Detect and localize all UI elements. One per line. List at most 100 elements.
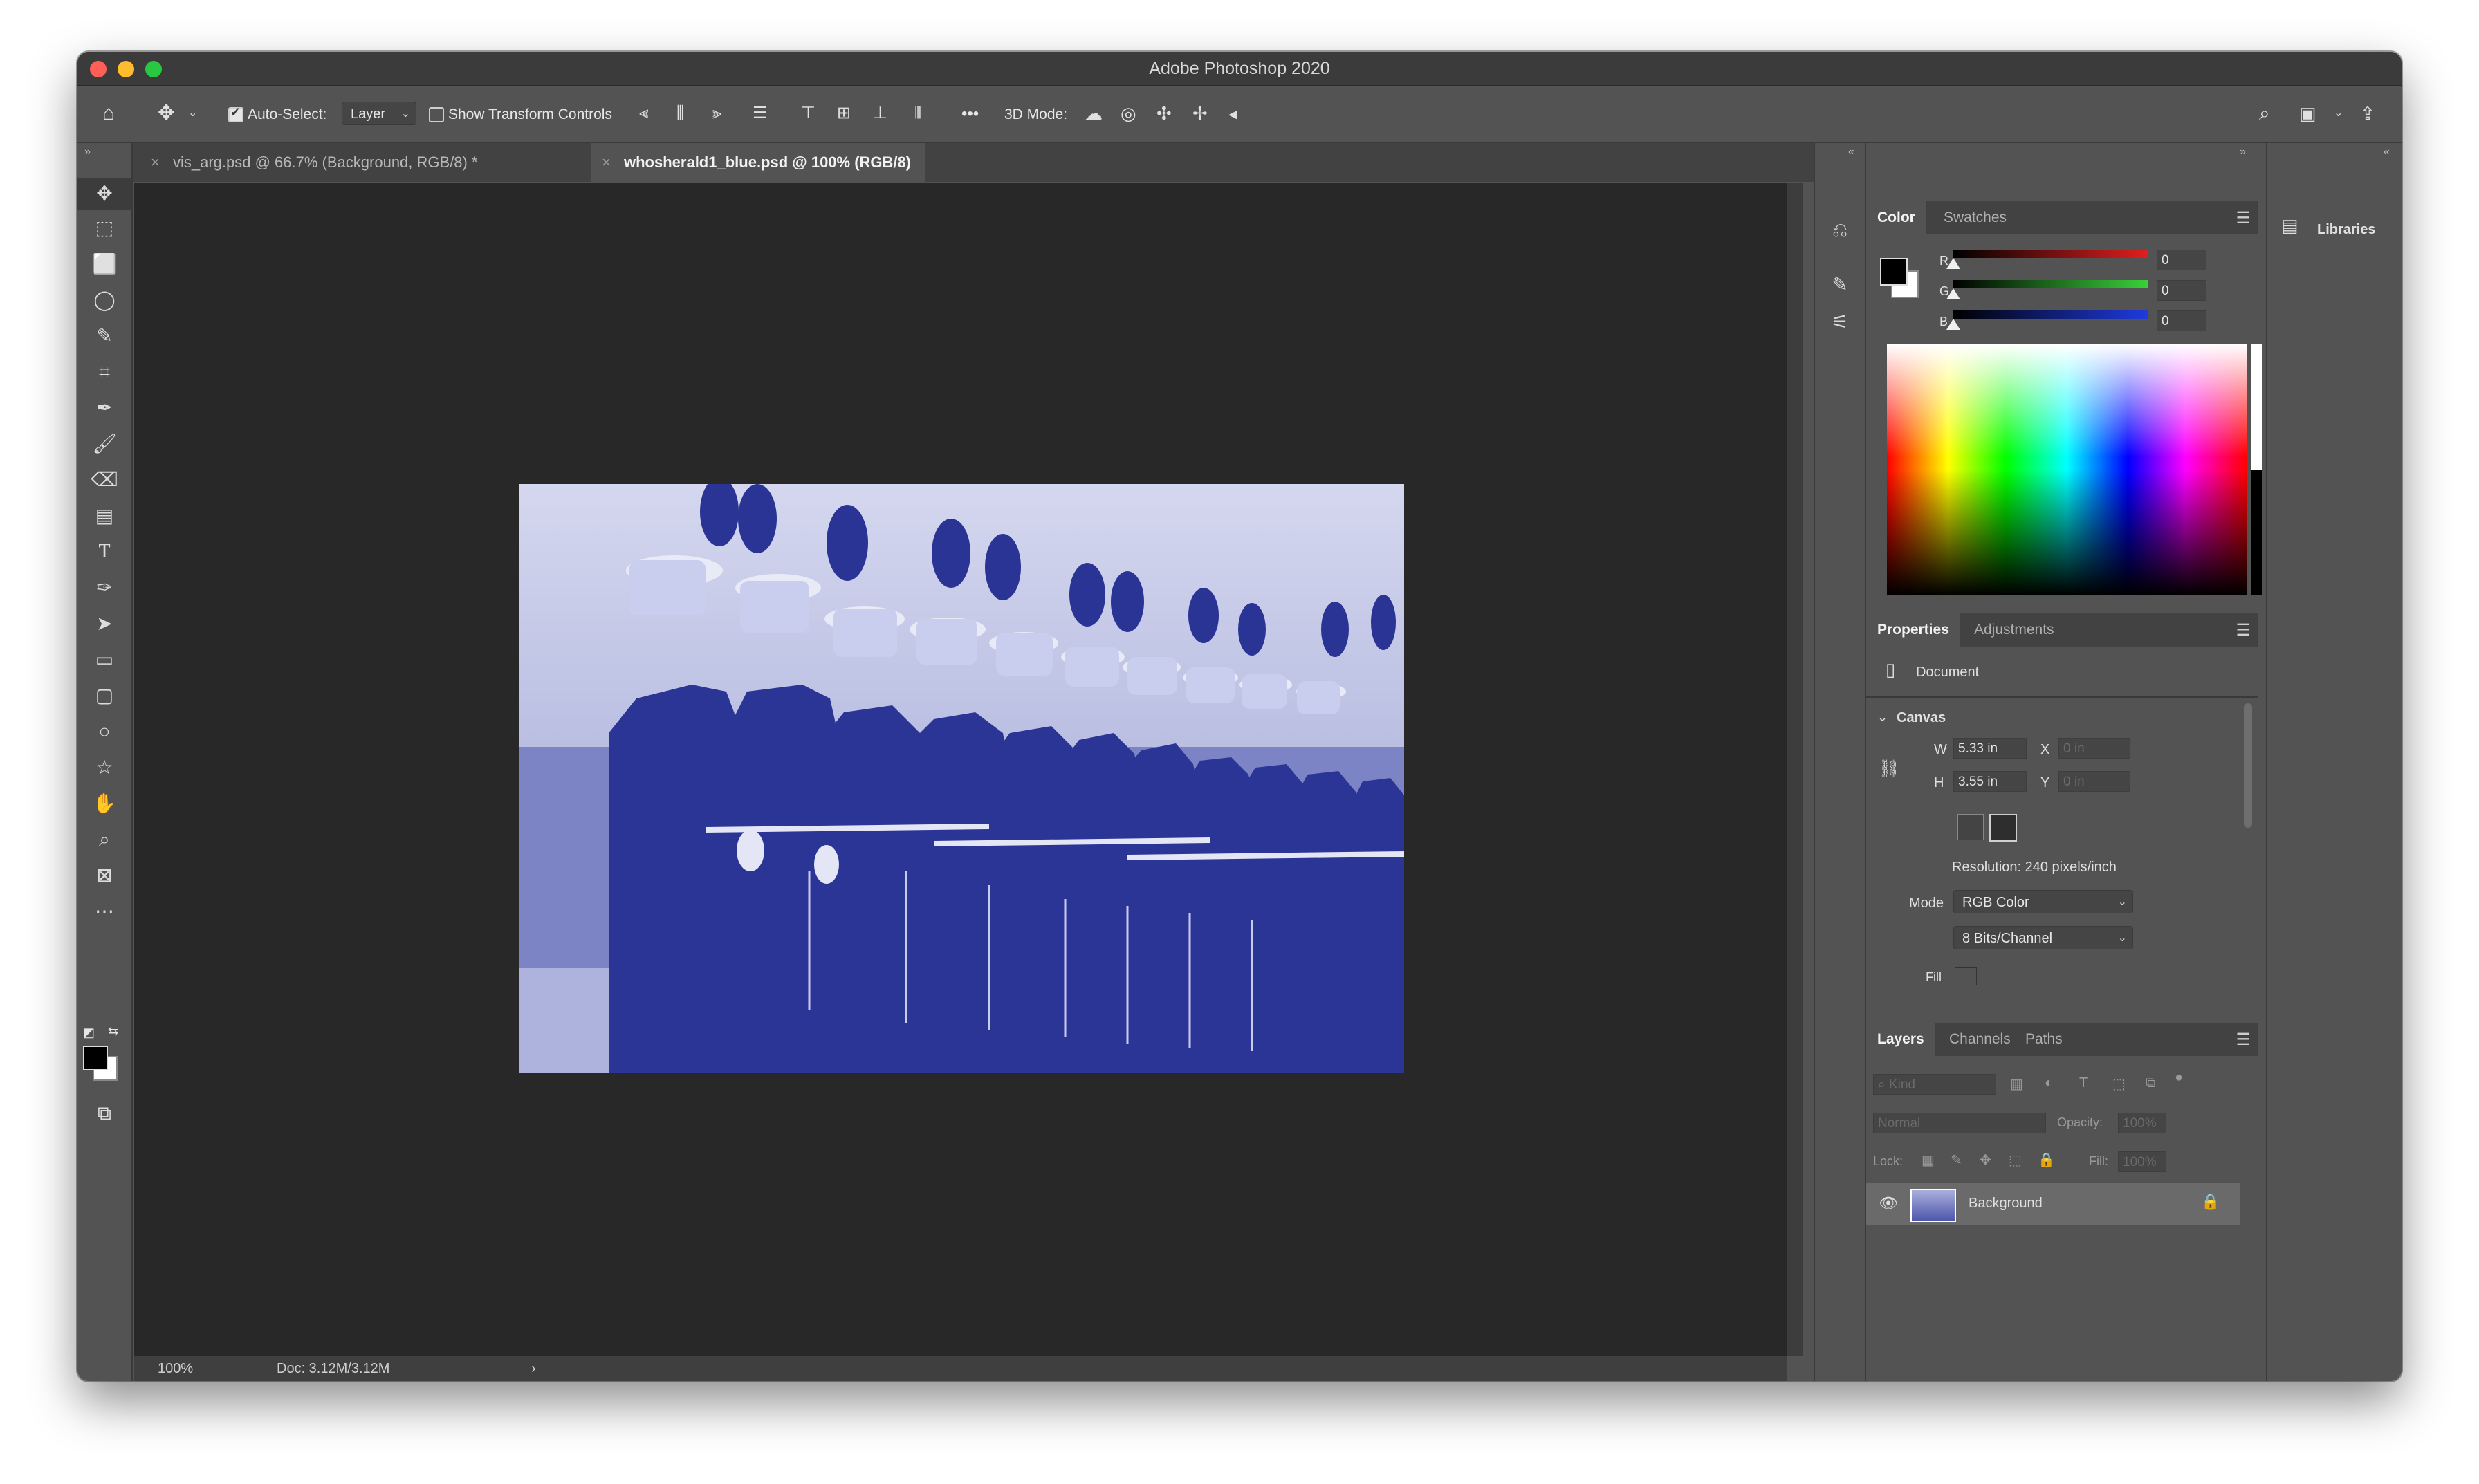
brush-tool-icon[interactable]: 🖌 bbox=[77, 428, 131, 460]
filter-adjustment-icon[interactable]: ◐ bbox=[2045, 1075, 2053, 1091]
gradient-tool-icon[interactable]: ▤ bbox=[77, 500, 131, 532]
filter-toggle-icon[interactable]: ● bbox=[2175, 1070, 2183, 1086]
adjust-presets-icon[interactable]: ⚟ bbox=[1815, 310, 1865, 333]
eyedropper-tool-icon[interactable]: ✒ bbox=[77, 392, 131, 424]
status-menu-arrow-icon[interactable]: › bbox=[531, 1356, 536, 1381]
align-left-icon[interactable]: ⫷ bbox=[639, 103, 649, 124]
g-slider[interactable] bbox=[1953, 280, 2148, 288]
bit-depth-dropdown[interactable]: 8 Bits/Channel ⌄ bbox=[1953, 926, 2133, 949]
layer-fill-input[interactable]: 100% bbox=[2118, 1151, 2166, 1172]
libraries-icon[interactable]: ▤ bbox=[2281, 215, 2298, 236]
show-transform-checkbox[interactable] bbox=[429, 107, 444, 122]
layer-filter-kind-dropdown[interactable]: ⌕ Kind bbox=[1873, 1074, 1996, 1095]
crop-tool-icon[interactable]: ⌗ bbox=[77, 356, 131, 388]
auto-select-checkbox[interactable] bbox=[228, 105, 243, 122]
lock-position-icon[interactable]: ✥ bbox=[1980, 1151, 1991, 1169]
zoom-tool-icon[interactable]: ⌕ bbox=[77, 824, 131, 855]
tab-color[interactable]: Color bbox=[1866, 201, 1926, 234]
tab-swatches[interactable]: Swatches bbox=[1933, 201, 2018, 234]
filter-pixel-icon[interactable]: ▦ bbox=[2010, 1075, 2023, 1093]
eraser-tool-icon[interactable]: ⌫ bbox=[77, 464, 131, 496]
rectangle-tool-icon[interactable]: ▭ bbox=[77, 644, 131, 676]
home-icon[interactable]: ⌂ bbox=[102, 103, 115, 124]
landscape-orientation-icon[interactable] bbox=[1989, 814, 2017, 842]
search-icon[interactable]: ⌕ bbox=[2259, 103, 2270, 124]
collapse-libraries-icon[interactable]: « bbox=[2384, 146, 2390, 158]
tab-adjustments[interactable]: Adjustments bbox=[1963, 613, 2065, 647]
move-tool-icon[interactable]: ✥ bbox=[77, 178, 131, 210]
foreground-color-swatch[interactable] bbox=[83, 1046, 108, 1070]
filter-smart-object-icon[interactable]: ⧉ bbox=[2146, 1075, 2155, 1091]
color-spectrum-bar[interactable] bbox=[2251, 344, 2262, 595]
lock-transparent-icon[interactable]: ▦ bbox=[1922, 1151, 1935, 1169]
close-tab-icon[interactable]: × bbox=[151, 143, 160, 182]
roll-3d-icon[interactable]: ◎ bbox=[1121, 103, 1136, 124]
frame-tool-icon[interactable]: ⊠ bbox=[77, 860, 131, 891]
b-value-input[interactable]: 0 bbox=[2157, 310, 2206, 331]
custom-shape-tool-icon[interactable]: ☆ bbox=[77, 752, 131, 783]
tab-vis-arg[interactable]: × vis_arg.psd @ 66.7% (Background, RGB/8… bbox=[140, 143, 492, 182]
type-tool-icon[interactable]: T bbox=[77, 536, 131, 568]
layer-row-background[interactable]: 👁 Background 🔒 bbox=[1866, 1183, 2240, 1225]
zoom-level[interactable]: 100% bbox=[158, 1356, 193, 1381]
expand-panels-icon[interactable]: » bbox=[2240, 146, 2246, 158]
b-slider-thumb[interactable] bbox=[1946, 319, 1960, 330]
auto-select-dropdown[interactable]: Layer ⌄ bbox=[342, 102, 416, 125]
layer-name[interactable]: Background bbox=[1969, 1196, 2043, 1212]
lock-artboard-icon[interactable]: ⬚ bbox=[2009, 1151, 2022, 1169]
tab-paths[interactable]: Paths bbox=[2014, 1023, 2074, 1056]
slide-3d-icon[interactable]: ✢ bbox=[1192, 103, 1208, 124]
panel-menu-icon[interactable]: ☰ bbox=[2236, 1030, 2251, 1050]
eye-visibility-icon[interactable]: 👁 bbox=[1879, 1194, 1898, 1212]
filter-type-icon[interactable]: T bbox=[2079, 1075, 2088, 1091]
quick-select-tool-icon[interactable]: ✎ bbox=[77, 320, 131, 352]
filter-shape-icon[interactable]: ⬚ bbox=[2112, 1075, 2126, 1093]
pan-3d-icon[interactable]: ✣ bbox=[1156, 103, 1172, 124]
workspace-chevron-icon[interactable]: ⌄ bbox=[2334, 106, 2343, 120]
x-input[interactable]: 0 in bbox=[2058, 738, 2130, 759]
b-slider[interactable] bbox=[1953, 310, 2148, 319]
tab-layers[interactable]: Layers bbox=[1866, 1023, 1935, 1056]
artboard-tool-icon[interactable]: ⬚ bbox=[77, 212, 131, 244]
edit-toolbar-icon[interactable]: ⋯ bbox=[77, 896, 131, 927]
fill-swatch[interactable] bbox=[1955, 967, 1977, 985]
portrait-orientation-icon[interactable] bbox=[1957, 814, 1984, 840]
align-bottom-icon[interactable]: ⊥ bbox=[873, 103, 887, 124]
document-image[interactable] bbox=[519, 484, 1404, 1073]
blend-mode-dropdown[interactable]: Normal bbox=[1873, 1113, 2046, 1133]
link-dimensions-icon[interactable]: ⛓ bbox=[1879, 759, 1899, 779]
foreground-color-swatch[interactable] bbox=[1880, 258, 1908, 286]
tab-channels[interactable]: Channels bbox=[1938, 1023, 2022, 1056]
y-input[interactable]: 0 in bbox=[2058, 771, 2130, 792]
chevron-down-icon[interactable]: ⌄ bbox=[1877, 710, 1888, 725]
default-colors-icon[interactable]: ◩ bbox=[83, 1026, 95, 1040]
share-icon[interactable]: ⇪ bbox=[2360, 103, 2375, 124]
lock-pixels-icon[interactable]: ✎ bbox=[1951, 1151, 1962, 1169]
tool-preset-chevron-icon[interactable]: ⌄ bbox=[188, 106, 197, 120]
distribute-vertical-icon[interactable]: ⫴ bbox=[914, 103, 921, 124]
distribute-icon[interactable]: ☰ bbox=[753, 103, 768, 124]
panel-menu-icon[interactable]: ☰ bbox=[2236, 208, 2251, 228]
panel-menu-icon[interactable]: ☰ bbox=[2236, 620, 2251, 640]
orbit-3d-icon[interactable]: ☁ bbox=[1085, 103, 1103, 124]
swap-colors-icon[interactable]: ⇆ bbox=[108, 1024, 118, 1039]
align-top-icon[interactable]: ⊤ bbox=[801, 103, 815, 124]
height-input[interactable]: 3.55 in bbox=[1953, 771, 2027, 792]
width-input[interactable]: 5.33 in bbox=[1953, 738, 2027, 759]
canvas-area[interactable] bbox=[134, 183, 1787, 1370]
workspace-icon[interactable]: ▣ bbox=[2299, 103, 2316, 124]
tab-whosherald1-blue[interactable]: × whosherald1_blue.psd @ 100% (RGB/8) bbox=[591, 143, 925, 182]
rounded-rect-tool-icon[interactable]: ▢ bbox=[77, 680, 131, 712]
ellipse-tool-icon[interactable]: ○ bbox=[77, 716, 131, 748]
pen-tool-icon[interactable]: ✑ bbox=[77, 572, 131, 604]
align-middle-icon[interactable]: ⊞ bbox=[837, 103, 851, 124]
color-spectrum[interactable] bbox=[1887, 344, 2247, 595]
r-value-input[interactable]: 0 bbox=[2157, 250, 2206, 270]
lock-icon[interactable]: 🔒 bbox=[2201, 1193, 2220, 1211]
g-value-input[interactable]: 0 bbox=[2157, 280, 2206, 301]
hand-tool-icon[interactable]: ✋ bbox=[77, 788, 131, 819]
brush-settings-icon[interactable]: ✎ bbox=[1815, 273, 1865, 296]
history-icon[interactable]: ⎌ bbox=[1815, 219, 1865, 242]
tab-properties[interactable]: Properties bbox=[1866, 613, 1960, 647]
path-select-tool-icon[interactable]: ➤ bbox=[77, 608, 131, 640]
